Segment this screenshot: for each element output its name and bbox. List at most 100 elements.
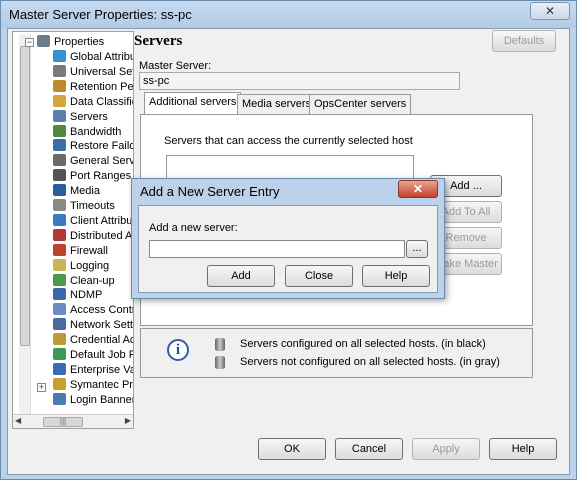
tree-item-label: Universal Setti (70, 65, 134, 78)
tree-item[interactable]: Retention Peri (53, 79, 134, 95)
tree-item[interactable]: Media (53, 184, 100, 199)
classification-icon (53, 94, 66, 107)
tree-item-label: Servers (70, 110, 108, 123)
tree-item[interactable]: Clean-up (53, 273, 115, 289)
tree-item[interactable]: Restore Failov (53, 139, 134, 154)
tree-item-label: Symantec Prod (70, 378, 133, 391)
database-icon (215, 356, 225, 369)
tree-item[interactable]: Login Banner C (53, 392, 134, 408)
server-list-caption: Servers that can access the currently se… (164, 135, 413, 147)
help-button[interactable]: Help (489, 438, 557, 460)
tree-item[interactable]: Credential Acc (53, 333, 133, 348)
tree-item[interactable]: Port Ranges (53, 169, 131, 184)
port-icon (53, 169, 66, 182)
server-icon (53, 154, 66, 167)
properties-icon (37, 35, 50, 47)
tree-item-label: Restore Failov (70, 140, 134, 153)
tree-item[interactable]: Default Job Pri (53, 348, 133, 363)
dialog-close-button[interactable]: ✕ (398, 180, 438, 198)
tree-item[interactable]: Global Attribut (53, 50, 134, 65)
tree-item-label: Global Attribut (70, 51, 134, 63)
tree-vertical-scroll-thumb[interactable] (20, 46, 30, 346)
clock-icon (53, 79, 66, 92)
tree-item[interactable]: NDMP (53, 288, 102, 303)
browse-button[interactable]: ... (406, 240, 428, 258)
defaults-button[interactable]: Defaults (492, 30, 556, 52)
tree-item[interactable]: Data Classifica (53, 94, 133, 110)
ok-button[interactable]: OK (258, 438, 326, 460)
tree-item[interactable]: Access Contro (53, 303, 133, 318)
tree-item-label: Access Contro (70, 304, 133, 317)
tree-root-properties[interactable]: Properties (37, 35, 104, 50)
distributed-icon (53, 228, 66, 241)
job-priority-icon (53, 348, 66, 360)
tree-item-label: NDMP (70, 289, 103, 302)
tree-collapse-icon[interactable]: − (25, 38, 34, 47)
window-title: Master Server Properties: ss-pc (9, 7, 192, 22)
tree-item[interactable]: Servers (53, 109, 108, 125)
tree-item-label: Port Ranges (70, 170, 132, 183)
apply-button[interactable]: Apply (412, 438, 480, 460)
dialog-close-text-button[interactable]: Close (285, 265, 353, 287)
tab-opscenter-servers[interactable]: OpsCenter servers (309, 94, 412, 114)
tree-item[interactable]: Distributed Ap (53, 228, 133, 244)
firewall-icon (53, 243, 66, 256)
media-icon (53, 184, 66, 197)
tree-item-label: Firewall (70, 244, 108, 257)
tree-item-label: Logging (70, 259, 110, 272)
tree-item[interactable]: Logging (53, 258, 110, 274)
dialog-add-button[interactable]: Add (207, 265, 275, 287)
tree-item[interactable]: Enterprise Vau (53, 362, 133, 378)
tree-item[interactable]: General Serve (53, 154, 134, 169)
legend-configured: Servers configured on all selected hosts… (240, 338, 486, 350)
properties-tree[interactable]: − Properties Global Attribut Universal Se… (12, 31, 134, 429)
new-server-input[interactable] (149, 240, 405, 258)
tree-item-label: Clean-up (70, 274, 115, 287)
tree-item[interactable]: Timeouts (53, 199, 115, 214)
master-server-field: ss-pc (139, 72, 460, 90)
tree-item[interactable]: Client Attribute (53, 213, 133, 229)
banner-icon (53, 392, 66, 405)
cancel-button[interactable]: Cancel (335, 438, 403, 460)
database-icon (215, 338, 225, 351)
tree-item[interactable]: Firewall (53, 243, 108, 259)
tree-item-label: Default Job Pri (70, 349, 133, 361)
tab-media-servers[interactable]: Media servers (237, 94, 317, 114)
restore-icon (53, 139, 66, 152)
tree-item-label: Timeouts (70, 200, 115, 212)
tree-item-label: Bandwidth (70, 125, 122, 138)
info-icon: i (167, 339, 189, 361)
tree-item-label: Data Classifica (70, 95, 133, 108)
tree-vertical-scrollbar[interactable] (19, 34, 31, 414)
globe-icon (53, 50, 66, 62)
dialog-body: Add a new server: ... Add Close Help (138, 205, 438, 293)
tree-item[interactable]: Network Settin (53, 318, 133, 333)
tree-item-label: Login Banner C (70, 393, 134, 406)
tab-additional-servers[interactable]: Additional servers (144, 92, 242, 115)
vault-icon (53, 362, 66, 375)
tree-horizontal-scroll-thumb[interactable]: ||| (43, 417, 83, 427)
tree-item[interactable]: Bandwidth (53, 124, 122, 140)
tree-item-label: Network Settin (70, 319, 133, 332)
dialog-help-button[interactable]: Help (362, 265, 430, 287)
timer-icon (53, 199, 66, 211)
tree-item[interactable]: Universal Setti (53, 64, 134, 80)
dialog-title: Add a New Server Entry (140, 184, 280, 199)
window-close-button[interactable]: ✕ (530, 2, 570, 20)
tree-root-label: Properties (54, 36, 105, 48)
scroll-right-icon[interactable]: ▶ (125, 416, 131, 425)
server-icon (53, 109, 66, 122)
tree-item[interactable]: Symantec Prod (53, 377, 133, 393)
window-titlebar[interactable]: Master Server Properties: ss-pc ✕ (1, 1, 576, 28)
logging-icon (53, 258, 66, 271)
scroll-left-icon[interactable]: ◀ (15, 416, 21, 425)
add-server-prompt: Add a new server: (149, 222, 238, 234)
settings-icon (53, 64, 66, 77)
tree-item-label: General Serve (70, 155, 134, 168)
page-title: Servers (134, 33, 183, 49)
tree-horizontal-scrollbar[interactable]: ◀ ||| ▶ (13, 414, 133, 428)
legend-not-configured: Servers not configured on all selected h… (240, 356, 500, 368)
tree-expand-icon[interactable]: + (37, 383, 46, 392)
tree-item-label: Client Attribute (70, 214, 133, 227)
tree-item-label: Retention Peri (70, 80, 134, 93)
